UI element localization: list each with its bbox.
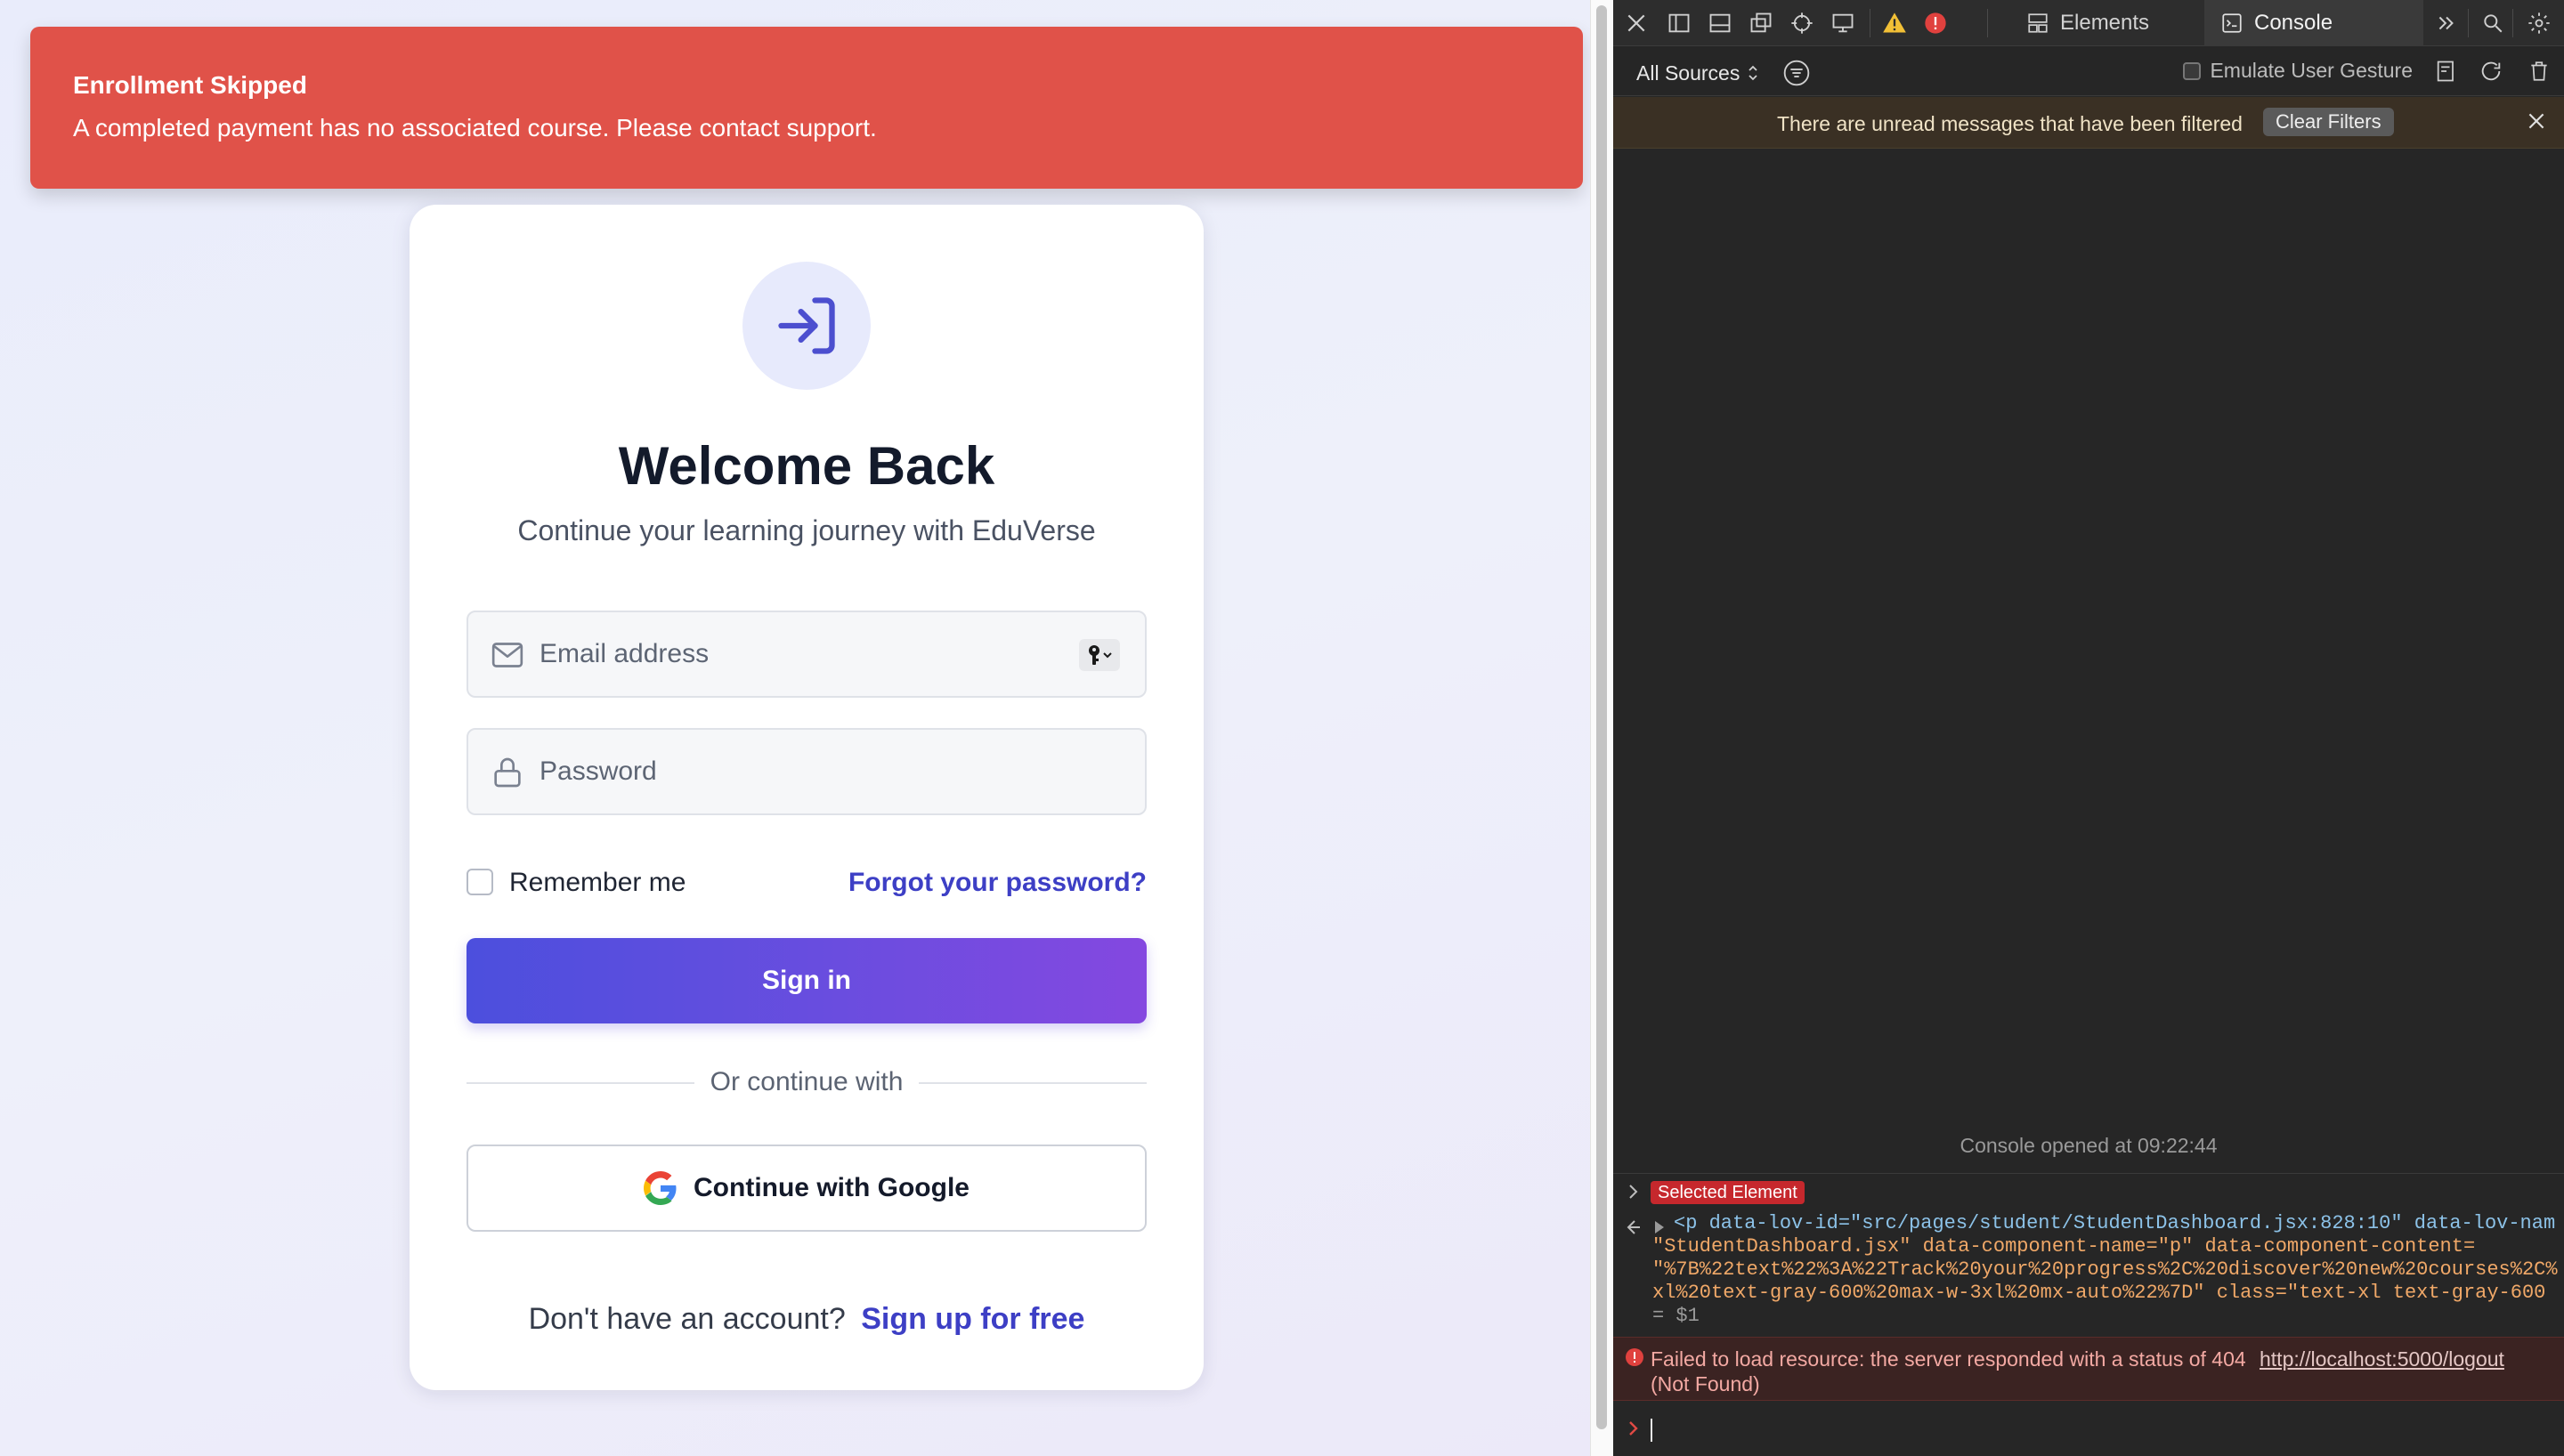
inspect-crosshair-icon[interactable] bbox=[1788, 9, 1816, 37]
console-error-row: Failed to load resource: the server resp… bbox=[1613, 1337, 2564, 1401]
signup-prompt: Don't have an account? bbox=[528, 1302, 846, 1336]
filter-icon[interactable] bbox=[1782, 59, 1811, 87]
console-prompt[interactable] bbox=[1613, 1412, 2564, 1447]
divider: Or continue with bbox=[467, 1064, 1147, 1100]
filtered-messages-banner: There are unread messages that have been… bbox=[1613, 97, 2564, 149]
lock-icon bbox=[494, 757, 521, 788]
remember-row: Remember me Forgot your password? bbox=[467, 860, 1147, 904]
code-line: "%7B%22text%22%3A%22Track%20your%20progr… bbox=[1652, 1258, 2558, 1281]
mail-icon bbox=[491, 643, 523, 667]
page-scrollbar[interactable] bbox=[1590, 0, 1613, 1456]
selected-element-badge: Selected Element bbox=[1651, 1181, 1805, 1204]
key-icon bbox=[1089, 645, 1112, 665]
close-icon[interactable] bbox=[2525, 109, 2548, 133]
login-logo bbox=[742, 262, 871, 390]
emulate-gesture-toggle[interactable]: Emulate User Gesture bbox=[2183, 59, 2413, 83]
password-manager-button[interactable] bbox=[1079, 639, 1120, 671]
error-count-icon[interactable] bbox=[1921, 9, 1950, 37]
code-line: xl%20text-gray-600%20max-w-3xl%20mx-auto… bbox=[1652, 1282, 2546, 1304]
google-icon bbox=[644, 1171, 677, 1205]
web-page: Enrollment Skipped A completed payment h… bbox=[0, 0, 1590, 1456]
code-line: "StudentDashboard.jsx" data-component-na… bbox=[1652, 1235, 2476, 1258]
reload-icon[interactable] bbox=[2477, 57, 2505, 85]
return-arrow-icon bbox=[1627, 1220, 1640, 1234]
code-line: = $1 bbox=[1652, 1305, 1700, 1327]
selected-element-row: Selected Element bbox=[1613, 1173, 2564, 1207]
login-card: Welcome Back Continue your learning jour… bbox=[410, 205, 1204, 1390]
close-devtools-icon[interactable] bbox=[1622, 9, 1651, 37]
undock-icon[interactable] bbox=[1747, 9, 1775, 37]
tab-console[interactable]: Console bbox=[2204, 0, 2423, 46]
email-input[interactable] bbox=[540, 612, 1038, 696]
search-icon[interactable] bbox=[2479, 9, 2507, 37]
code-line: <p data-lov-id="src/pages/student/Studen… bbox=[1674, 1212, 2556, 1234]
selected-element-code[interactable]: <p data-lov-id="src/pages/student/Studen… bbox=[1613, 1210, 2564, 1331]
sign-in-icon bbox=[778, 297, 835, 354]
preserve-log-icon[interactable] bbox=[2432, 57, 2461, 85]
toast-message: A completed payment has no associated co… bbox=[73, 114, 877, 142]
updown-chevron-icon bbox=[1749, 65, 1757, 81]
remember-label[interactable]: Remember me bbox=[509, 867, 686, 899]
devtools-panel: Elements Console All Sources Emulate Use… bbox=[1613, 0, 2564, 1456]
page-subtitle: Continue your learning journey with EduV… bbox=[517, 514, 1096, 546]
remember-checkbox[interactable] bbox=[467, 869, 493, 895]
email-field bbox=[467, 611, 1147, 698]
forgot-password-link[interactable]: Forgot your password? bbox=[848, 867, 1147, 899]
error-source-link[interactable]: http://localhost:5000/logout bbox=[2260, 1347, 2504, 1371]
emulate-label: Emulate User Gesture bbox=[2210, 59, 2413, 82]
prompt-chevron-icon bbox=[1629, 1421, 1638, 1436]
google-signin-button[interactable]: Continue with Google bbox=[467, 1145, 1147, 1232]
google-button-label: Continue with Google bbox=[694, 1173, 970, 1202]
scrollbar-thumb[interactable] bbox=[1596, 5, 1607, 1429]
divider-line-right bbox=[919, 1082, 1147, 1084]
signup-row: Don't have an account? Sign up for free bbox=[410, 1301, 1204, 1337]
settings-gear-icon[interactable] bbox=[2525, 9, 2553, 37]
error-message: Failed to load resource: the server resp… bbox=[1651, 1347, 2246, 1395]
password-input[interactable] bbox=[540, 730, 1038, 813]
password-field bbox=[467, 728, 1147, 815]
sources-select-label: All Sources bbox=[1636, 61, 1740, 85]
sources-select[interactable]: All Sources bbox=[1636, 59, 1811, 87]
banner-text: There are unread messages that have been… bbox=[1777, 112, 2243, 135]
device-icon[interactable] bbox=[1829, 9, 1857, 37]
signup-link[interactable]: Sign up for free bbox=[861, 1302, 1084, 1336]
disclosure-triangle-icon[interactable] bbox=[1652, 1219, 1667, 1235]
error-icon bbox=[1626, 1348, 1643, 1366]
tab-elements[interactable]: Elements bbox=[2010, 0, 2165, 46]
console-filter-bar: All Sources Emulate User Gesture bbox=[1613, 46, 2564, 96]
error-toast: Enrollment Skipped A completed payment h… bbox=[30, 27, 1583, 189]
sign-in-button[interactable]: Sign in bbox=[467, 938, 1147, 1023]
devtools-toolbar: Elements Console bbox=[1613, 0, 2564, 46]
text-caret bbox=[1651, 1419, 1652, 1442]
dock-left-icon[interactable] bbox=[1665, 9, 1693, 37]
chevron-right-icon[interactable] bbox=[1626, 1183, 1642, 1201]
clear-filters-button[interactable]: Clear Filters bbox=[2263, 108, 2394, 136]
console-opened-message: Console opened at 09:22:44 bbox=[1960, 1134, 2218, 1157]
clear-console-icon[interactable] bbox=[2525, 57, 2553, 85]
console-icon bbox=[2222, 13, 2242, 33]
more-tabs-icon[interactable] bbox=[2432, 9, 2461, 37]
tab-elements-label: Elements bbox=[2060, 11, 2150, 35]
page-title: Welcome Back bbox=[618, 436, 995, 496]
dock-bottom-icon[interactable] bbox=[1706, 9, 1734, 37]
toast-title: Enrollment Skipped bbox=[73, 71, 307, 99]
warning-icon[interactable] bbox=[1880, 9, 1909, 37]
elements-icon bbox=[2028, 13, 2048, 33]
emulate-checkbox[interactable] bbox=[2183, 61, 2202, 80]
tab-console-label: Console bbox=[2254, 11, 2333, 35]
